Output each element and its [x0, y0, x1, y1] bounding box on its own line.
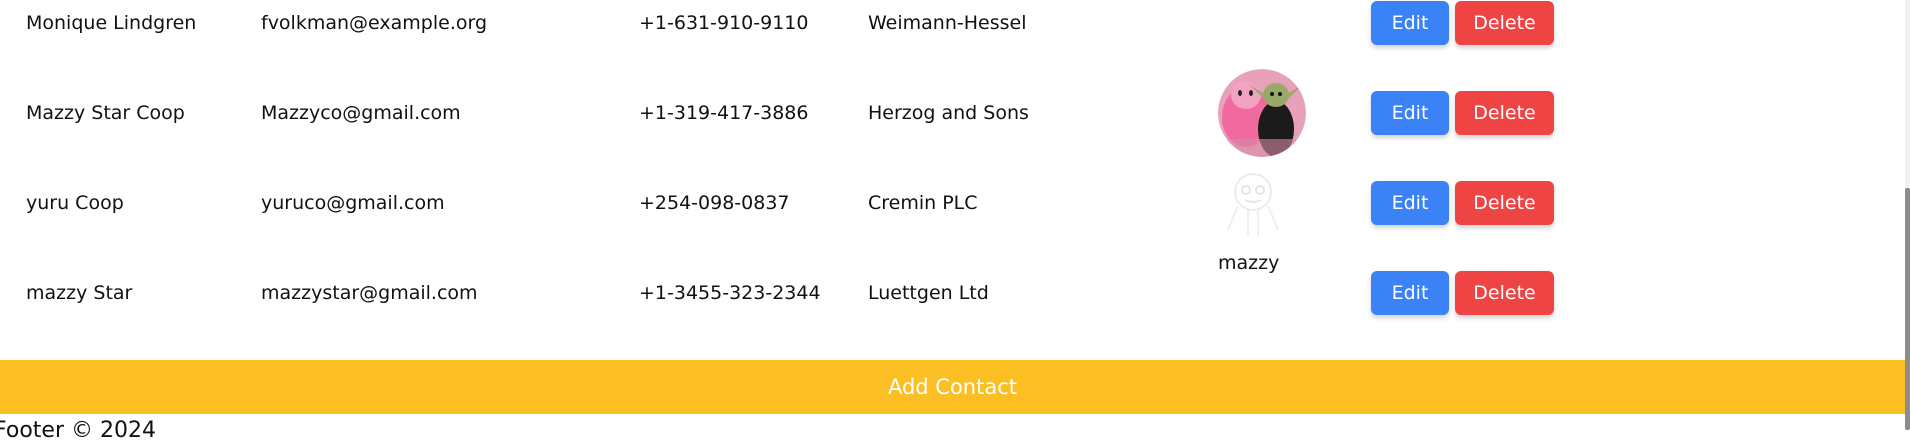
contact-phone: +1-631-910-9110 [639, 12, 809, 34]
delete-button[interactable]: Delete [1455, 271, 1554, 315]
contact-phone: +1-319-417-3886 [639, 102, 809, 124]
avatar-cell [1218, 158, 1308, 248]
row-actions: Edit Delete [1371, 0, 1554, 68]
table-row: yuru Coop yuruco@gmail.com +254-098-0837… [0, 158, 1905, 248]
row-actions: Edit Delete [1371, 158, 1554, 248]
contact-company: Weimann-Hessel [868, 12, 1027, 34]
scrollbar-thumb[interactable] [1905, 188, 1910, 430]
contact-company: Cremin PLC [868, 192, 978, 214]
add-contact-button[interactable]: Add Contact [0, 360, 1905, 414]
ghost-avatar-icon [1227, 173, 1279, 236]
contact-name: yuru Coop [26, 192, 124, 214]
row-actions: Edit Delete [1371, 248, 1554, 338]
table-row: Mazzy Star Coop Mazzyco@gmail.com +1-319… [0, 68, 1905, 158]
edit-button[interactable]: Edit [1371, 91, 1449, 135]
table-row: Monique Lindgren fvolkman@example.org +1… [0, 0, 1905, 68]
contact-email: mazzystar@gmail.com [261, 282, 478, 304]
avatar [1218, 69, 1306, 157]
vertical-scrollbar[interactable] [1905, 0, 1910, 430]
contact-name: Monique Lindgren [26, 12, 197, 34]
edit-button[interactable]: Edit [1371, 181, 1449, 225]
contact-email: yuruco@gmail.com [261, 192, 445, 214]
contact-company: Herzog and Sons [868, 102, 1029, 124]
avatar-alt-text: mazzy [1218, 252, 1280, 274]
edit-button[interactable]: Edit [1371, 271, 1449, 315]
footer-text: Footer © 2024 [0, 418, 156, 443]
contact-company: Luettgen Ltd [868, 282, 989, 304]
contact-email: fvolkman@example.org [261, 12, 488, 34]
contact-name: mazzy Star [26, 282, 133, 304]
delete-button[interactable]: Delete [1455, 181, 1554, 225]
delete-button[interactable]: Delete [1455, 1, 1554, 45]
table-row: mazzy Star mazzystar@gmail.com +1-3455-3… [0, 248, 1905, 338]
row-actions: Edit Delete [1371, 68, 1554, 158]
avatar-cell [1218, 68, 1308, 158]
delete-button[interactable]: Delete [1455, 91, 1554, 135]
contact-phone: +254-098-0837 [639, 192, 790, 214]
edit-button[interactable]: Edit [1371, 1, 1449, 45]
contact-email: Mazzyco@gmail.com [261, 102, 461, 124]
contact-name: Mazzy Star Coop [26, 102, 185, 124]
contact-phone: +1-3455-323-2344 [639, 282, 821, 304]
